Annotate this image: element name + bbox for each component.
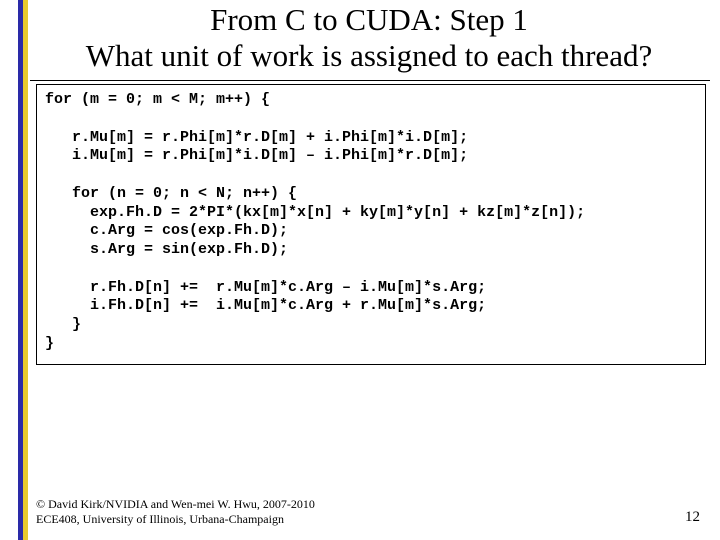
code-line: for (n = 0; n < N; n++) { [45, 185, 297, 202]
accent-bar [18, 0, 28, 540]
code-line: r.Fh.D[n] += r.Mu[m]*c.Arg – i.Mu[m]*s.A… [45, 279, 486, 296]
code-line: } [45, 316, 81, 333]
slide-title-line1: From C to CUDA: Step 1 [30, 2, 708, 38]
footer: © David Kirk/NVIDIA and Wen-mei W. Hwu, … [36, 497, 700, 526]
footer-credit-line2: ECE408, University of Illinois, Urbana-C… [36, 512, 315, 526]
page-number: 12 [685, 509, 700, 526]
title-underline [30, 80, 710, 81]
code-box: for (m = 0; m < M; m++) { r.Mu[m] = r.Ph… [36, 84, 706, 365]
slide-title-line2: What unit of work is assigned to each th… [30, 38, 708, 74]
accent-stripe-yellow [23, 0, 28, 540]
slide-title: From C to CUDA: Step 1 What unit of work… [30, 2, 708, 73]
footer-credit: © David Kirk/NVIDIA and Wen-mei W. Hwu, … [36, 497, 315, 526]
code-line: i.Fh.D[n] += i.Mu[m]*c.Arg + r.Mu[m]*s.A… [45, 297, 486, 314]
code-line: c.Arg = cos(exp.Fh.D); [45, 222, 288, 239]
code-line: for (m = 0; m < M; m++) { [45, 91, 270, 108]
code-line: exp.Fh.D = 2*PI*(kx[m]*x[n] + ky[m]*y[n]… [45, 204, 585, 221]
footer-credit-line1: © David Kirk/NVIDIA and Wen-mei W. Hwu, … [36, 497, 315, 511]
code-line: i.Mu[m] = r.Phi[m]*i.D[m] – i.Phi[m]*r.D… [45, 147, 468, 164]
slide: From C to CUDA: Step 1 What unit of work… [0, 0, 720, 540]
code-line: s.Arg = sin(exp.Fh.D); [45, 241, 288, 258]
code-line: } [45, 335, 54, 352]
code-line: r.Mu[m] = r.Phi[m]*r.D[m] + i.Phi[m]*i.D… [45, 129, 468, 146]
